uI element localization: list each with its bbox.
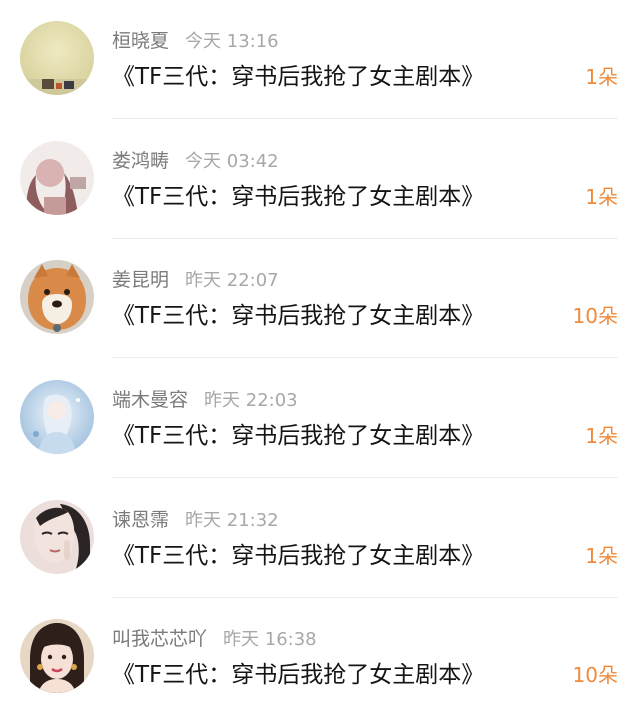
avatar-sketch-girl-icon[interactable] <box>20 141 94 215</box>
book-title[interactable]: 《TF三代：穿书后我抢了女主剧本》 <box>112 421 484 451</box>
book-title[interactable]: 《TF三代：穿书后我抢了女主剧本》 <box>112 182 484 212</box>
avatar-drawn-girl-icon[interactable] <box>20 500 94 574</box>
timestamp: 昨天 22:03 <box>204 390 298 411</box>
item-meta: 端木曼容 昨天 22:03 <box>112 387 298 413</box>
avatar-shiba-dog-icon[interactable] <box>20 260 94 334</box>
flower-count: 1朵 <box>585 544 618 568</box>
avatar-anime-girl-icon[interactable] <box>20 380 94 454</box>
divider <box>112 118 618 119</box>
list-item[interactable]: 姜昆明 昨天 22:07 《TF三代：穿书后我抢了女主剧本》 10朵 <box>0 239 640 358</box>
book-title[interactable]: 《TF三代：穿书后我抢了女主剧本》 <box>112 62 484 92</box>
divider <box>112 477 618 478</box>
list-item[interactable]: 谏恩霈 昨天 21:32 《TF三代：穿书后我抢了女主剧本》 1朵 <box>0 479 640 598</box>
book-title[interactable]: 《TF三代：穿书后我抢了女主剧本》 <box>112 541 484 571</box>
user-name[interactable]: 桓晓夏 <box>112 30 169 52</box>
user-name[interactable]: 谏恩霈 <box>112 509 169 531</box>
timestamp: 昨天 21:32 <box>185 510 279 531</box>
gift-list: 桓晓夏 今天 13:16 《TF三代：穿书后我抢了女主剧本》 1朵 娄鸿畴 今天 0… <box>0 0 640 713</box>
user-name[interactable]: 端木曼容 <box>112 389 188 411</box>
book-title[interactable]: 《TF三代：穿书后我抢了女主剧本》 <box>112 301 484 331</box>
avatar-blurry-room-icon[interactable] <box>20 21 94 95</box>
item-meta: 叫我芯芯吖 昨天 16:38 <box>112 626 317 652</box>
item-meta: 娄鸿畴 今天 03:42 <box>112 148 279 174</box>
timestamp: 昨天 16:38 <box>223 629 317 650</box>
avatar-portrait-girl-icon[interactable] <box>20 619 94 693</box>
item-meta: 谏恩霈 昨天 21:32 <box>112 507 279 533</box>
flower-count: 1朵 <box>585 424 618 448</box>
timestamp: 昨天 22:07 <box>185 270 279 291</box>
timestamp: 今天 03:42 <box>185 151 279 172</box>
item-meta: 桓晓夏 今天 13:16 <box>112 28 279 54</box>
flower-count: 1朵 <box>585 65 618 89</box>
timestamp: 今天 13:16 <box>185 31 279 52</box>
item-meta: 姜昆明 昨天 22:07 <box>112 267 279 293</box>
user-name[interactable]: 姜昆明 <box>112 269 169 291</box>
user-name[interactable]: 叫我芯芯吖 <box>112 628 207 650</box>
list-item[interactable]: 端木曼容 昨天 22:03 《TF三代：穿书后我抢了女主剧本》 1朵 <box>0 359 640 478</box>
list-item[interactable]: 桓晓夏 今天 13:16 《TF三代：穿书后我抢了女主剧本》 1朵 <box>0 0 640 119</box>
flower-count: 10朵 <box>572 304 618 328</box>
book-title[interactable]: 《TF三代：穿书后我抢了女主剧本》 <box>112 660 484 690</box>
flower-count: 10朵 <box>572 663 618 687</box>
list-item[interactable]: 叫我芯芯吖 昨天 16:38 《TF三代：穿书后我抢了女主剧本》 10朵 <box>0 598 640 717</box>
divider <box>112 357 618 358</box>
user-name[interactable]: 娄鸿畴 <box>112 150 169 172</box>
flower-count: 1朵 <box>585 185 618 209</box>
list-item[interactable]: 娄鸿畴 今天 03:42 《TF三代：穿书后我抢了女主剧本》 1朵 <box>0 120 640 239</box>
